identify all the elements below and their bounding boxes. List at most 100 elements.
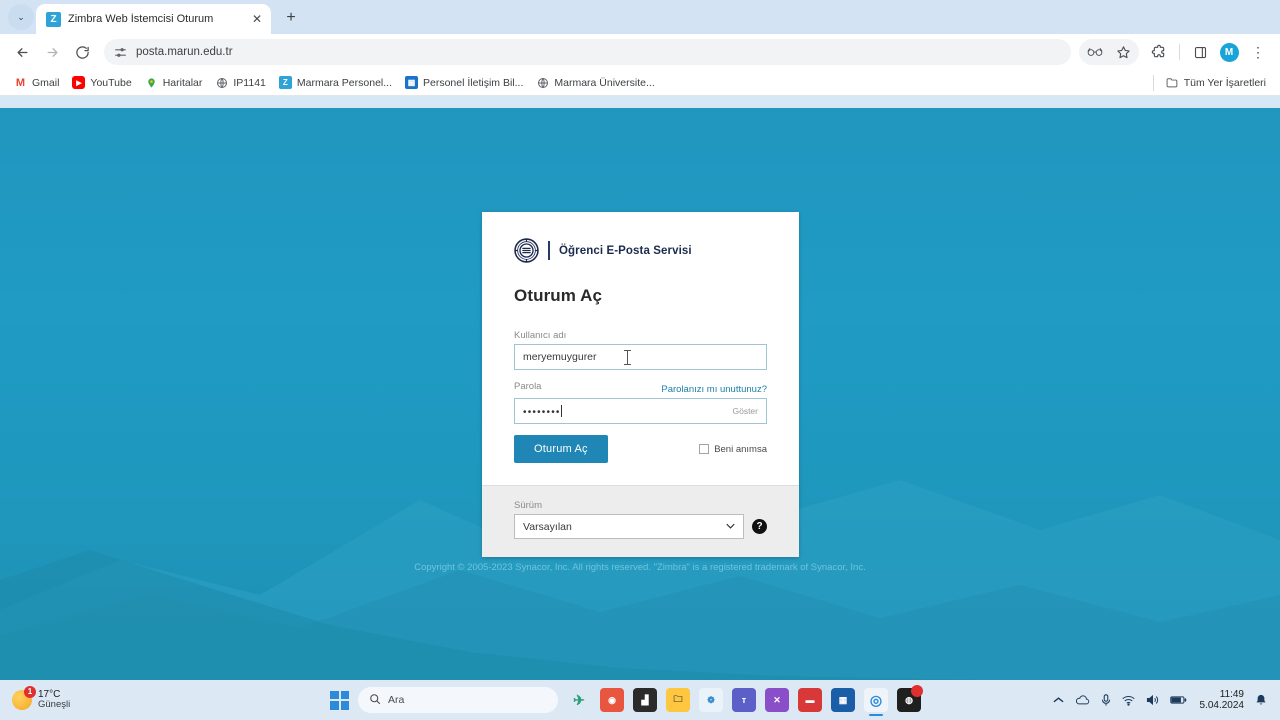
close-tab-icon[interactable]: ✕	[249, 11, 265, 27]
sun-icon: 1	[12, 685, 36, 710]
folder-icon	[1166, 76, 1179, 89]
version-label: Sürüm	[514, 500, 542, 511]
show-password-link[interactable]: Göster	[732, 406, 758, 416]
browser-toolbar: posta.marun.edu.tr M ⋮	[0, 34, 1280, 70]
taskbar-search[interactable]: Ara	[358, 687, 558, 713]
weather-text: 17°C Güneşli	[38, 689, 70, 711]
zimbra-icon: Z	[278, 76, 292, 89]
back-icon[interactable]	[8, 38, 36, 66]
all-bookmarks-label: Tüm Yer İşaretleri	[1183, 76, 1266, 89]
tray-chevron-up-icon[interactable]	[1052, 696, 1064, 704]
brand-header: Öğrenci E-Posta Servisi	[514, 238, 767, 263]
brand-title: Öğrenci E-Posta Servisi	[559, 244, 692, 257]
login-card-body: Öğrenci E-Posta Servisi Oturum Aç Kullan…	[482, 212, 799, 485]
globe-icon	[536, 76, 549, 89]
password-label: Parola	[514, 381, 542, 392]
taskbar-app-media-player[interactable]: ▬	[798, 688, 822, 712]
maps-pin-icon	[145, 76, 158, 89]
taskbar-app-pixpin[interactable]: ◉	[600, 688, 624, 712]
help-icon[interactable]: ?	[752, 519, 767, 534]
bookmark-label: IP1141	[233, 76, 266, 89]
taskbar-app-visual-studio[interactable]: ✕	[765, 688, 789, 712]
all-bookmarks-button[interactable]: Tüm Yer İşaretleri	[1160, 74, 1272, 91]
page-title: Oturum Aç	[514, 286, 603, 305]
bookmarks-bar: M Gmail ▶ YouTube Haritalar IP1141 Z Mar…	[0, 70, 1280, 96]
bookmark-item[interactable]: Z Marmara Personel...	[273, 74, 398, 91]
taskbar-app-chrome[interactable]: ◎	[864, 688, 888, 716]
password-label-row: Parola Parolanızı mı unuttunuz?	[514, 381, 767, 395]
version-select[interactable]: Varsayılan	[514, 514, 744, 539]
bookmark-item[interactable]: Haritalar	[139, 74, 209, 91]
tab-title: Zimbra Web İstemcisi Oturum	[68, 13, 214, 25]
browser-tab[interactable]: Z Zimbra Web İstemcisi Oturum ✕	[36, 4, 271, 34]
login-actions: Oturum Aç Beni anımsa	[514, 435, 767, 463]
taskbar-app-photos[interactable]: ❁	[699, 688, 723, 712]
text-cursor-icon	[623, 350, 631, 365]
reload-icon[interactable]	[68, 38, 96, 66]
battery-icon[interactable]	[1169, 695, 1187, 705]
username-input[interactable]: meryemuygurer	[514, 344, 767, 370]
search-icon	[369, 693, 381, 708]
remember-me-label: Beni anımsa	[714, 443, 767, 455]
volume-icon[interactable]	[1146, 694, 1159, 706]
start-button-icon[interactable]	[330, 690, 349, 710]
bookmark-label: Personel İletişim Bil...	[423, 76, 524, 89]
bookmark-item[interactable]: M Gmail	[8, 74, 65, 91]
bookmark-item[interactable]: Marmara Üniversite...	[530, 74, 660, 91]
bookmarks-divider	[1152, 74, 1154, 91]
tab-strip: ⌄ Z Zimbra Web İstemcisi Oturum ✕ +	[0, 0, 1280, 34]
reading-mode-icon[interactable]	[1081, 38, 1109, 66]
tab-search-button[interactable]: ⌄	[8, 4, 34, 30]
wifi-icon[interactable]	[1121, 695, 1135, 706]
bookmark-item[interactable]: ▶ YouTube	[66, 74, 137, 91]
microphone-icon[interactable]	[1101, 693, 1111, 707]
marmara-university-logo-icon	[514, 238, 539, 263]
taskbar-app-powerpoint[interactable]: ▟	[633, 688, 657, 712]
chrome-menu-icon[interactable]: ⋮	[1244, 38, 1272, 66]
taskbar-search-placeholder: Ara	[388, 694, 405, 706]
toolbar-divider	[1179, 44, 1180, 60]
forward-icon[interactable]	[38, 38, 66, 66]
bookmark-item[interactable]: ▦ Personel İletişim Bil...	[399, 74, 529, 91]
new-tab-button[interactable]: +	[278, 5, 304, 31]
notification-badge: 1	[24, 685, 36, 698]
bookmark-item[interactable]: IP1141	[209, 74, 272, 91]
clock-time: 11:49	[1219, 688, 1244, 700]
taskbar-center: Ara ✈ ◉ ▟ 🗀 ❁ ᴛ ✕ ▬ ▦ ◎ ◍	[330, 685, 1053, 716]
profile-avatar[interactable]: M	[1215, 38, 1243, 66]
bookmark-label: Gmail	[32, 76, 60, 89]
taskbar-app-teams[interactable]: ᴛ	[732, 688, 756, 712]
taskbar-app-file-explorer[interactable]: 🗀	[666, 688, 690, 712]
clock-date: 5.04.2024	[1199, 700, 1245, 711]
login-card: Öğrenci E-Posta Servisi Oturum Aç Kullan…	[482, 212, 799, 557]
remember-me[interactable]: Beni anımsa	[699, 444, 767, 455]
bookmark-star-icon[interactable]	[1109, 38, 1137, 66]
app-notification-badge	[911, 685, 923, 697]
site-settings-icon[interactable]	[114, 46, 127, 59]
toolbar-actions: M ⋮	[1079, 38, 1272, 66]
address-bar[interactable]: posta.marun.edu.tr	[104, 39, 1071, 65]
remember-me-checkbox[interactable]	[699, 444, 710, 454]
taskbar-app-discord[interactable]: ◍	[897, 685, 923, 712]
weather-widget[interactable]: 1 17°C Güneşli	[0, 685, 330, 711]
gmail-icon: M	[14, 76, 27, 89]
username-value: meryemuygurer	[523, 351, 597, 363]
zimbra-favicon-icon: Z	[46, 11, 61, 27]
onedrive-cloud-icon[interactable]	[1075, 694, 1090, 706]
signin-button[interactable]: Oturum Aç	[514, 435, 608, 463]
taskbar-clock[interactable]: 11:49 5.04.2024	[1200, 689, 1245, 712]
zimbra-login-page: Öğrenci E-Posta Servisi Oturum Aç Kullan…	[0, 108, 1280, 680]
taskbar-app-copilot[interactable]: ✈	[567, 688, 591, 712]
url-text: posta.marun.edu.tr	[136, 46, 233, 58]
notification-bell-icon[interactable]	[1255, 694, 1267, 707]
extensions-icon[interactable]	[1145, 38, 1173, 66]
password-input[interactable]: •••••••• Göster	[514, 398, 767, 424]
split-pane-icon[interactable]	[1186, 38, 1214, 66]
taskbar-app-msi-center[interactable]: ▦	[831, 688, 855, 712]
bookmark-label: YouTube	[90, 76, 132, 89]
brand-divider	[548, 241, 550, 260]
forgot-password-link[interactable]: Parolanızı mı unuttunuz?	[661, 384, 767, 395]
youtube-icon: ▶	[72, 76, 86, 89]
version-row: Varsayılan ?	[514, 514, 767, 539]
chevron-down-icon	[726, 521, 735, 532]
